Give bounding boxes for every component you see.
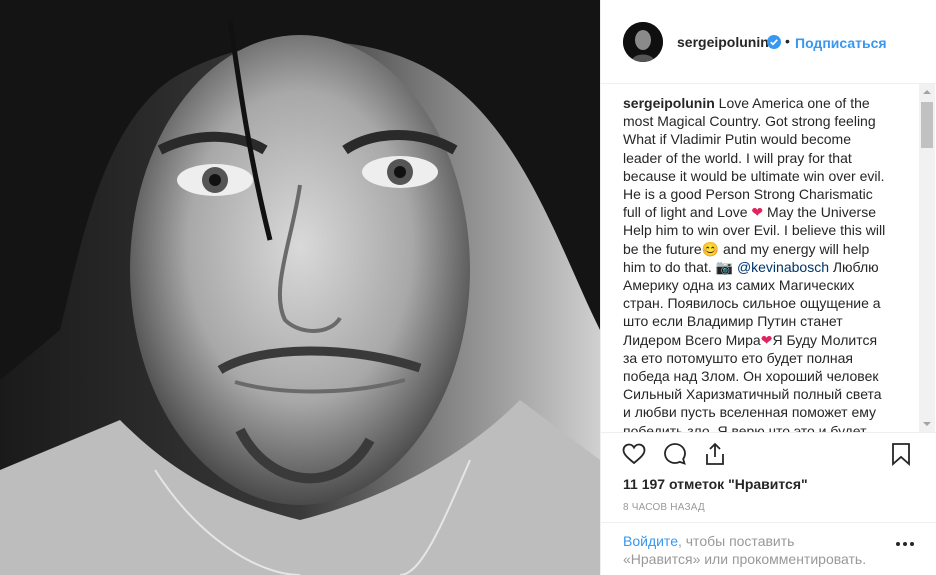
scrollbar-thumb[interactable] xyxy=(921,102,933,148)
camera-emoji-icon: 📷 xyxy=(715,258,734,275)
comments-area[interactable]: sergeipolunin Love America one of the mo… xyxy=(601,84,936,432)
post-modal: sergeipolunin • Подписаться sergeipoluni… xyxy=(0,0,936,575)
verified-badge-icon xyxy=(767,35,781,49)
like-heart-icon[interactable] xyxy=(621,441,647,467)
follow-button[interactable]: Подписаться xyxy=(795,35,887,51)
login-link[interactable]: Войдите xyxy=(623,533,678,549)
more-options-icon[interactable] xyxy=(893,538,917,550)
post-timestamp[interactable]: 8 часов назад xyxy=(623,502,705,513)
heart-emoji-icon-2: ❤ xyxy=(760,331,773,348)
likes-count[interactable]: 11 197 отметок "Нравится" xyxy=(623,476,808,492)
separator-dot: • xyxy=(785,33,790,49)
avatar-image xyxy=(623,22,663,62)
caption-text-1: Love America one of the most Magical Cou… xyxy=(623,95,885,221)
heart-emoji-icon: ❤ xyxy=(751,204,764,221)
bookmark-icon[interactable] xyxy=(888,441,914,467)
scrollbar[interactable] xyxy=(919,84,935,432)
scroll-up-arrow-icon[interactable] xyxy=(919,84,935,100)
login-prompt: Войдите, чтобы поставить «Нравится» или … xyxy=(623,532,873,568)
avatar[interactable] xyxy=(623,22,663,62)
share-arrow-icon[interactable] xyxy=(702,441,728,467)
post-sidebar: sergeipolunin • Подписаться sergeipoluni… xyxy=(600,0,936,575)
comment-bubble-icon[interactable] xyxy=(662,441,688,467)
portrait-image xyxy=(0,0,600,575)
post-caption: sergeipolunin Love America one of the mo… xyxy=(623,94,893,432)
author-username[interactable]: sergeipolunin xyxy=(677,34,769,50)
mention-link[interactable]: @kevinabosch xyxy=(737,259,829,275)
smile-emoji-icon: 😊 xyxy=(701,240,720,257)
caption-username[interactable]: sergeipolunin xyxy=(623,95,715,111)
scroll-down-arrow-icon[interactable] xyxy=(919,416,935,432)
action-bar xyxy=(601,432,936,472)
login-prompt-bar: Войдите, чтобы поставить «Нравится» или … xyxy=(601,522,936,575)
post-photo[interactable] xyxy=(0,0,600,575)
post-header: sergeipolunin • Подписаться xyxy=(601,0,936,84)
